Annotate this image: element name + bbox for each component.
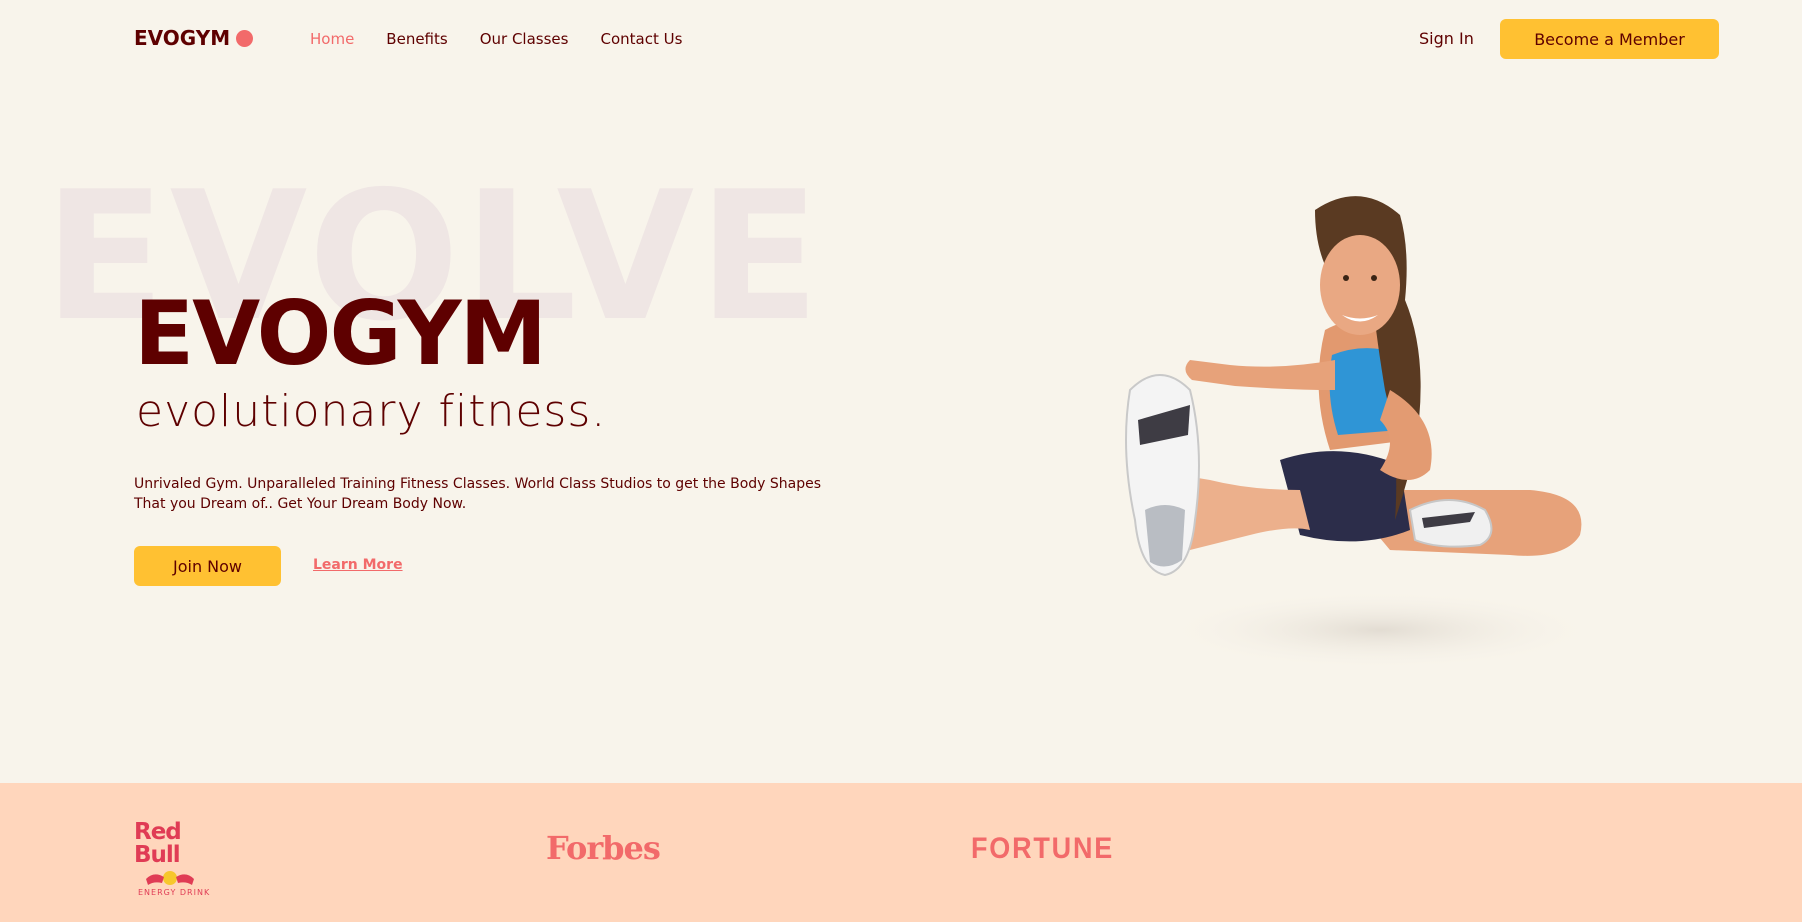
redbull-bulls-icon: [146, 871, 194, 885]
fortune-logo: FORTUNE: [971, 832, 1115, 865]
become-member-button[interactable]: Become a Member: [1500, 19, 1719, 59]
redbull-wordmark: Red Bull: [134, 819, 182, 868]
join-now-button[interactable]: Join Now: [134, 546, 281, 586]
nav-link-contact-us[interactable]: Contact Us: [600, 30, 682, 48]
learn-more-link[interactable]: Learn More: [313, 557, 403, 573]
logo[interactable]: EVOGYM: [134, 26, 254, 50]
nav-link-our-classes[interactable]: Our Classes: [480, 30, 569, 48]
sign-in-link[interactable]: Sign In: [1419, 29, 1474, 48]
navbar: EVOGYM Home Benefits Our Classes Contact…: [0, 0, 1802, 78]
hero-title: EVOGYM: [134, 282, 547, 385]
redbull-logo: Red Bull ENERGY DRINK: [134, 819, 230, 898]
nav-links: Home Benefits Our Classes Contact Us: [310, 30, 682, 48]
sponsors-band: Red Bull ENERGY DRINK Forbes FORTUNE: [0, 783, 1802, 922]
logo-text: EVOGYM: [134, 26, 231, 50]
nav-link-benefits[interactable]: Benefits: [386, 30, 447, 48]
hero-description: Unrivaled Gym. Unparalleled Training Fit…: [134, 476, 822, 512]
forbes-logo: Forbes: [546, 829, 661, 867]
nav-link-home[interactable]: Home: [310, 30, 354, 48]
hero-subtitle: evolutionary fitness.: [136, 386, 607, 437]
redbull-subtitle: ENERGY DRINK: [138, 888, 211, 897]
hero-woman-stretching-image: [1125, 196, 1600, 670]
logo-dot-icon: [236, 29, 254, 47]
